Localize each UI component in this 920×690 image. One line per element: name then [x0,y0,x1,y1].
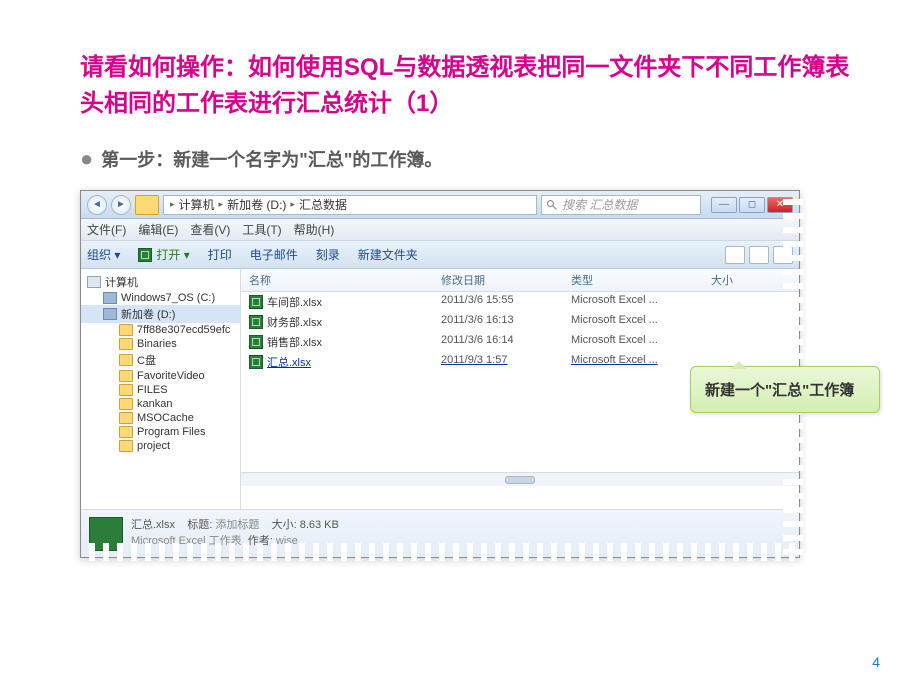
folder-icon [119,324,133,336]
search-input[interactable]: 搜索 汇总数据 [541,195,701,215]
tb-open[interactable]: 打开 ▾ [138,246,189,263]
folder-icon [119,412,133,424]
folder-icon [119,338,133,350]
help-button[interactable] [773,246,793,264]
excel-icon [249,355,263,369]
tb-organize[interactable]: 组织 ▾ [87,246,120,263]
toolbar: 组织 ▾ 打开 ▾ 打印 电子邮件 刻录 新建文件夹 [81,241,799,269]
folder-icon [119,440,133,452]
tree-folder[interactable]: Program Files [81,425,240,439]
menu-tools[interactable]: 工具(T) [242,221,281,238]
folder-icon [119,370,133,382]
column-headers: 名称 修改日期 类型 大小 [241,269,799,292]
tree-c-drive[interactable]: Windows7_OS (C:) [81,291,240,305]
tree-d-drive[interactable]: 新加卷 (D:) [81,305,240,323]
tree-folder[interactable]: kankan [81,397,240,411]
tb-newfolder[interactable]: 新建文件夹 [358,246,418,263]
tree-folder[interactable]: FILES [81,383,240,397]
crumb-folder[interactable]: 汇总数据 [299,196,347,213]
excel-icon [249,295,263,309]
folder-up-button[interactable] [135,195,159,215]
nav-forward-button[interactable]: ► [111,195,131,215]
tree-folder[interactable]: project [81,439,240,453]
excel-icon [249,315,263,329]
h-scrollbar[interactable] [241,472,799,486]
crumb-computer[interactable]: 计算机 [179,196,215,213]
drive-icon [103,308,117,320]
menu-help[interactable]: 帮助(H) [294,221,335,238]
details-pane: 汇总.xlsx 标题: 添加标题 大小: 8.63 KB Microsoft E… [81,509,799,557]
col-name[interactable]: 名称 [241,272,441,288]
dp-filename: 汇总.xlsx [131,519,175,531]
tb-burn[interactable]: 刻录 [316,246,340,263]
tree-folder[interactable]: Binaries [81,337,240,351]
step-line: ● 第一步：新建一个名字为"汇总"的工作簿。 [80,146,850,172]
excel-icon [138,248,152,262]
file-row[interactable]: 销售部.xlsx 2011/3/6 16:14 Microsoft Excel … [241,332,799,352]
col-type[interactable]: 类型 [571,272,711,288]
titlebar: ◄ ► ▸ 计算机 ▸ 新加卷 (D:) ▸ 汇总数据 搜索 汇总数据 — [81,191,799,219]
nav-back-button[interactable]: ◄ [87,195,107,215]
folder-icon [119,398,133,410]
menubar: 文件(F) 编辑(E) 查看(V) 工具(T) 帮助(H) [81,219,799,241]
file-row[interactable]: 车间部.xlsx 2011/3/6 15:55 Microsoft Excel … [241,292,799,312]
page-number: 4 [872,654,880,670]
search-icon [546,199,558,211]
tree-folder[interactable]: FavoriteVideo [81,369,240,383]
dp-filetype: Microsoft Excel 工作表 [131,535,242,547]
tree-folder[interactable]: 7ff88e307ecd59efc [81,323,240,337]
folder-icon [119,384,133,396]
col-size[interactable]: 大小 [711,272,751,288]
computer-icon [87,276,101,288]
callout-bubble: 新建一个"汇总"工作簿 [690,366,880,413]
maximize-button[interactable]: ◻ [739,197,765,213]
close-button[interactable]: ✕ [767,197,793,213]
breadcrumb[interactable]: ▸ 计算机 ▸ 新加卷 (D:) ▸ 汇总数据 [163,195,537,215]
menu-edit[interactable]: 编辑(E) [138,221,178,238]
tree-folder[interactable]: MSOCache [81,411,240,425]
view-mode-button[interactable] [725,246,745,264]
folder-icon [119,426,133,438]
nav-tree: 计算机 Windows7_OS (C:) 新加卷 (D:) 7ff88e307e… [81,269,241,509]
excel-large-icon [89,517,123,551]
excel-icon [249,335,263,349]
col-date[interactable]: 修改日期 [441,272,571,288]
folder-icon [119,354,133,366]
tb-print[interactable]: 打印 [208,246,232,263]
menu-file[interactable]: 文件(F) [87,221,126,238]
tree-computer[interactable]: 计算机 [81,273,240,291]
step-text: 第一步：新建一个名字为"汇总"的工作簿。 [101,146,442,172]
bullet-icon: ● [80,146,93,172]
minimize-button[interactable]: — [711,197,737,213]
crumb-drive[interactable]: 新加卷 (D:) [227,196,286,213]
file-row[interactable]: 财务部.xlsx 2011/3/6 16:13 Microsoft Excel … [241,312,799,332]
slide-title: 请看如何操作：如何使用SQL与数据透视表把同一文件夹下不同工作簿表头相同的工作表… [80,50,850,122]
drive-icon [103,292,117,304]
tree-folder[interactable]: C盘 [81,351,240,369]
menu-view[interactable]: 查看(V) [190,221,230,238]
preview-pane-button[interactable] [749,246,769,264]
tb-email[interactable]: 电子邮件 [250,246,298,263]
search-placeholder: 搜索 汇总数据 [562,196,637,213]
